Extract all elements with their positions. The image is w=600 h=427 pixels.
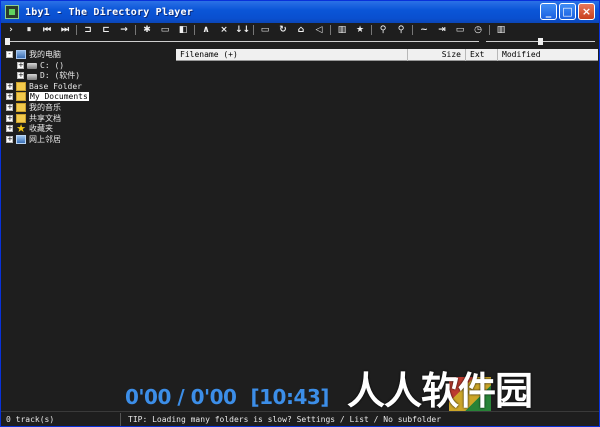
tree-item[interactable]: + C: () bbox=[17, 60, 64, 71]
folder-tree[interactable]: - 我的电脑 + C: () + D: (软件) + Base Folder + My Docum… bbox=[4, 48, 176, 411]
seek-handle[interactable] bbox=[5, 38, 10, 45]
library-icon[interactable]: ▥ bbox=[335, 24, 349, 36]
tree-item[interactable]: - 我的电脑 bbox=[6, 49, 61, 60]
home-icon[interactable]: ⌂ bbox=[294, 24, 308, 36]
display-icon[interactable]: ▭ bbox=[453, 24, 467, 36]
computer-icon bbox=[16, 50, 26, 59]
clock: [10:43] bbox=[250, 385, 329, 409]
find-icon[interactable]: ⚲ bbox=[394, 24, 408, 36]
close-button[interactable]: × bbox=[578, 3, 595, 20]
column-modified[interactable]: Modified bbox=[498, 49, 598, 61]
title-bar[interactable]: 1by1 - The Directory Player _ □ × bbox=[1, 1, 599, 23]
time-position: 0'00 / 0'00 bbox=[125, 385, 237, 409]
tree-item[interactable]: + 网上邻居 bbox=[6, 134, 61, 145]
sort-down-icon[interactable]: ↓↓ bbox=[235, 24, 250, 36]
up-icon[interactable]: ∧ bbox=[199, 24, 213, 36]
seek-row bbox=[1, 38, 599, 46]
tree-item[interactable]: + 我的音乐 bbox=[6, 102, 61, 113]
tree-item[interactable]: + My Documents bbox=[6, 91, 89, 102]
expand-icon[interactable]: + bbox=[17, 61, 24, 69]
remove-icon[interactable]: × bbox=[217, 24, 231, 36]
network-icon bbox=[16, 134, 26, 144]
tree-item[interactable]: + 共享文档 bbox=[6, 113, 61, 124]
tree-item-label: My Documents bbox=[29, 92, 89, 102]
expand-icon[interactable]: + bbox=[6, 125, 13, 133]
app-icon[interactable] bbox=[5, 5, 19, 19]
panel-icon[interactable]: ◧ bbox=[176, 24, 190, 36]
expand-icon[interactable]: + bbox=[6, 104, 13, 111]
folder-forward-icon[interactable]: ⊏ bbox=[99, 24, 113, 36]
expand-icon[interactable]: + bbox=[6, 82, 13, 90]
expand-icon[interactable]: + bbox=[6, 114, 13, 122]
status-tip: TIP: Loading many folders is slow? Setti… bbox=[128, 414, 442, 424]
tree-item-label: 我的电脑 bbox=[29, 50, 61, 59]
folder-icon bbox=[16, 81, 26, 91]
wave-icon[interactable]: ~ bbox=[417, 24, 431, 36]
expand-icon[interactable]: + bbox=[6, 135, 13, 143]
folder-back-icon[interactable]: ⊐ bbox=[81, 24, 95, 36]
window-controls: _ □ × bbox=[540, 3, 595, 20]
list-header: Filename (+) Size Ext Modified bbox=[176, 49, 598, 61]
toolbar-separator bbox=[135, 24, 136, 35]
tree-item-label: 我的音乐 bbox=[29, 103, 61, 112]
watermark-text: 人人软件园 bbox=[347, 369, 533, 413]
app-window: 1by1 - The Directory Player _ □ × › ⏸ ⏮ ⏭ ⊐ ⊏… bbox=[0, 0, 600, 427]
expand-icon[interactable]: + bbox=[6, 93, 13, 101]
enqueue-icon[interactable]: ⇥ bbox=[435, 24, 449, 36]
tree-item[interactable]: + ★ 收藏夹 bbox=[6, 123, 53, 134]
track-count: 0 track(s) bbox=[1, 412, 121, 426]
favorites-star-icon: ★ bbox=[16, 122, 26, 136]
toolbar-separator bbox=[371, 24, 372, 35]
file-list[interactable]: Filename (+) Size Ext Modified bbox=[176, 48, 598, 411]
favorite-icon[interactable]: ★ bbox=[353, 24, 367, 36]
volume-handle[interactable] bbox=[538, 38, 543, 45]
window-title: 1by1 - The Directory Player bbox=[25, 6, 193, 18]
tree-item-label: C: () bbox=[40, 60, 65, 70]
search-icon[interactable]: ⚲ bbox=[376, 24, 390, 36]
column-filename[interactable]: Filename (+) bbox=[176, 49, 408, 61]
tree-item-label: 共享文档 bbox=[29, 113, 61, 123]
window-icon[interactable]: ▭ bbox=[158, 24, 172, 36]
toolbar-separator bbox=[489, 24, 490, 35]
toolbar-separator bbox=[76, 24, 77, 35]
toolbar-separator bbox=[412, 24, 413, 35]
refresh-icon[interactable]: ↻ bbox=[276, 24, 290, 36]
expand-icon[interactable]: + bbox=[17, 72, 24, 80]
toolbar-separator bbox=[253, 24, 254, 35]
timer-icon[interactable]: ◷ bbox=[471, 24, 485, 36]
tree-item[interactable]: + D: (软件) bbox=[17, 70, 80, 81]
seek-bar[interactable] bbox=[5, 41, 479, 42]
columns-icon[interactable]: ▥ bbox=[494, 24, 508, 36]
maximize-button[interactable]: □ bbox=[559, 3, 576, 20]
settings-icon[interactable]: ✱ bbox=[140, 24, 154, 36]
drive-icon bbox=[27, 63, 37, 70]
documents-folder-icon bbox=[16, 92, 26, 102]
drive-icon bbox=[27, 73, 37, 80]
tree-item-label: D: (软件) bbox=[40, 71, 81, 81]
tree-item-label: 网上邻居 bbox=[29, 134, 61, 144]
next-icon[interactable]: ⏭ bbox=[58, 24, 72, 36]
pause-icon[interactable]: ⏸ bbox=[22, 24, 36, 36]
minimize-button[interactable]: _ bbox=[540, 3, 557, 20]
tree-item-label: Base Folder bbox=[29, 81, 82, 91]
arrow-right-icon[interactable]: → bbox=[117, 24, 131, 36]
toolbar-separator bbox=[330, 24, 331, 35]
watermark: 人人软件园 bbox=[347, 367, 593, 415]
toolbar: › ⏸ ⏮ ⏭ ⊐ ⊏ → ✱ ▭ ◧ ∧ × ↓↓ ▭ ↻ ⌂ ◁ ▥ ★ ⚲ ⚲ ~ ⇥ ▭ ◷ ▥ bbox=[1, 23, 599, 36]
collapse-icon[interactable]: - bbox=[6, 51, 13, 58]
music-folder-icon bbox=[16, 103, 26, 112]
playlist-icon[interactable]: ▭ bbox=[258, 24, 272, 36]
play-icon[interactable]: › bbox=[4, 24, 18, 36]
toolbar-separator bbox=[194, 24, 195, 35]
previous-icon[interactable]: ⏮ bbox=[40, 24, 54, 36]
volume-icon[interactable]: ◁ bbox=[312, 24, 326, 36]
time-display: 0'00 / 0'00 [10:43] bbox=[125, 385, 329, 409]
column-ext[interactable]: Ext bbox=[466, 49, 498, 61]
tree-item-label: 收藏夹 bbox=[29, 124, 53, 134]
status-bar: 0 track(s) TIP: Loading many folders is … bbox=[1, 411, 599, 426]
tree-item[interactable]: + Base Folder bbox=[6, 81, 82, 92]
column-size[interactable]: Size bbox=[408, 49, 466, 61]
